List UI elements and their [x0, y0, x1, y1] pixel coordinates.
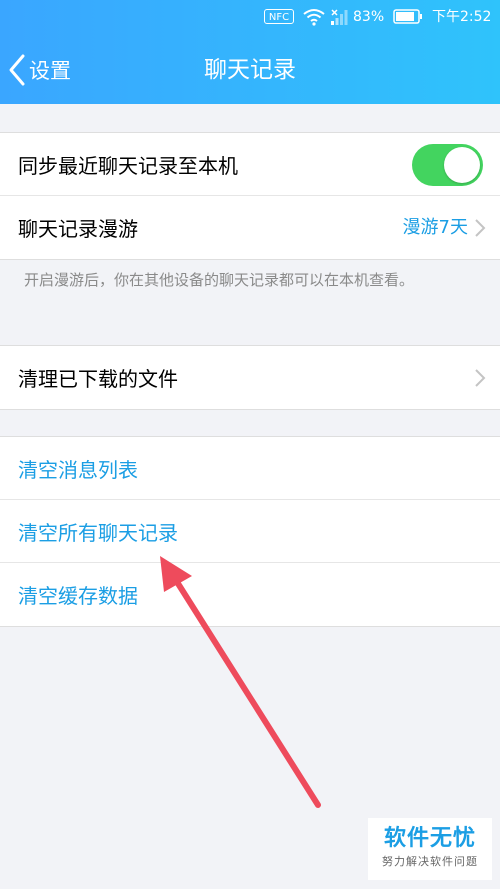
chevron-right-icon [475, 369, 486, 387]
battery-percentage: 83% [353, 9, 385, 25]
sync-label: 同步最近聊天记录至本机 [18, 153, 238, 178]
battery-icon [393, 9, 422, 24]
clear-all-chat-history-button[interactable]: 清空所有聊天记录 [0, 500, 500, 563]
clear-actions-section: 清空消息列表 清空所有聊天记录 清空缓存数据 [0, 436, 500, 627]
nfc-badge: NFC [264, 9, 294, 24]
roaming-value: 漫游7天 [402, 217, 468, 238]
clear-cache-label: 清空缓存数据 [18, 584, 138, 608]
signal-icon [331, 9, 348, 25]
clock: 下午2:52 [432, 9, 492, 25]
cleanup-section: 清理已下载的文件 [0, 345, 500, 410]
chevron-right-icon [475, 219, 486, 237]
cleanup-row[interactable]: 清理已下载的文件 [0, 346, 500, 409]
sync-row[interactable]: 同步最近聊天记录至本机 [0, 133, 500, 196]
roaming-row[interactable]: 聊天记录漫游 漫游7天 [0, 196, 500, 259]
status-bar: NFC 83% 下午2:52 [0, 0, 500, 34]
page-title: 聊天记录 [204, 57, 296, 83]
watermark-title: 软件无忧 [383, 826, 476, 851]
clear-message-list-button[interactable]: 清空消息列表 [0, 437, 500, 500]
watermark-logo: 软件无忧 努力解决软件问题 [368, 818, 492, 880]
header-bar: NFC 83% 下午2:52 设置 聊天记录 [0, 0, 500, 104]
clear-cache-button[interactable]: 清空缓存数据 [0, 563, 500, 626]
roaming-label: 聊天记录漫游 [18, 217, 138, 241]
sync-toggle[interactable] [412, 144, 483, 186]
sync-section: 同步最近聊天记录至本机 聊天记录漫游 漫游7天 [0, 132, 500, 260]
clear-all-chat-history-label: 清空所有聊天记录 [18, 520, 178, 545]
toggle-knob [444, 147, 480, 183]
clear-message-list-label: 清空消息列表 [18, 457, 138, 482]
watermark-subtitle: 努力解决软件问题 [382, 855, 478, 868]
wifi-icon [303, 9, 325, 26]
cleanup-label: 清理已下载的文件 [18, 367, 178, 391]
roaming-hint: 开启漫游后，你在其他设备的聊天记录都可以在本机查看。 [24, 271, 415, 289]
